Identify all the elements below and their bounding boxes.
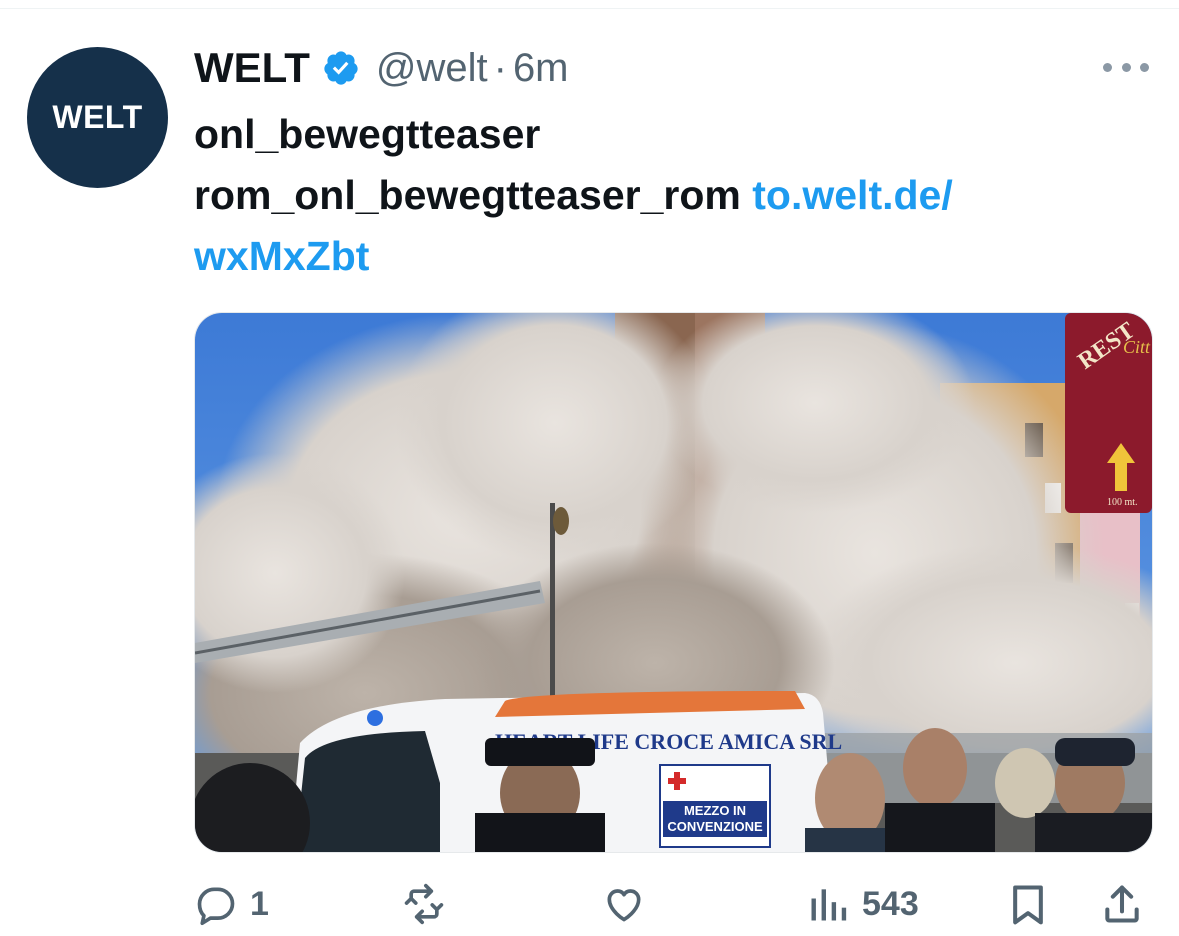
panel-text: MEZZO IN	[684, 803, 746, 818]
views-button[interactable]: 543	[806, 882, 919, 926]
tweet-header: WELT @welt · 6m	[194, 40, 569, 96]
panel-text: CONVENZIONE	[667, 819, 763, 834]
more-dot	[1140, 62, 1149, 72]
reply-count: 1	[250, 884, 269, 923]
timestamp[interactable]: 6m	[513, 46, 569, 91]
reply-icon	[197, 887, 235, 926]
sign-text: Citt	[1123, 337, 1151, 357]
views-chart-icon	[811, 889, 847, 921]
tweet-link[interactable]: to.welt.de/	[752, 172, 952, 218]
share-button[interactable]	[1100, 882, 1144, 926]
tweet-text-line: onl_bewegtteaser	[194, 111, 541, 157]
like-button[interactable]	[602, 882, 658, 926]
avatar-logo-text: WELT	[52, 99, 143, 135]
sign-text: 100 mt.	[1107, 497, 1138, 508]
more-dot	[1103, 62, 1112, 72]
retweet-icon	[404, 883, 444, 925]
avatar[interactable]: WELT	[27, 47, 168, 188]
separator-dot: ·	[493, 45, 507, 90]
handle[interactable]: @welt	[376, 46, 488, 91]
tweet-text-line: rom_onl_bewegtteaser_rom to.welt.de/	[194, 165, 1154, 226]
heart-icon	[607, 889, 641, 922]
reply-button[interactable]: 1	[194, 882, 269, 926]
media-photo: REST Citt 100 mt. HEART LIFE CROCE AMICA…	[195, 313, 1152, 852]
tweet-media-image[interactable]: REST Citt 100 mt. HEART LIFE CROCE AMICA…	[194, 312, 1153, 853]
tweet-actions: 1 543	[0, 870, 1179, 936]
more-options-icon[interactable]	[1103, 58, 1149, 76]
views-count: 543	[862, 884, 919, 923]
tweet-link-continued[interactable]: wxMxZbt	[194, 233, 369, 279]
bookmark-button[interactable]	[1006, 882, 1050, 926]
display-name[interactable]: WELT	[194, 44, 310, 92]
tweet-text-line: wxMxZbt	[194, 226, 1154, 287]
retweet-button[interactable]	[402, 882, 458, 926]
tweet-text-segment: rom_onl_bewegtteaser_rom	[194, 172, 741, 218]
more-dot	[1121, 62, 1131, 72]
top-divider	[0, 8, 1179, 9]
bookmark-icon	[1013, 885, 1043, 925]
tweet-text: onl_bewegtteaser rom_onl_bewegtteaser_ro…	[194, 104, 1154, 287]
verified-badge-icon[interactable]	[322, 49, 360, 87]
share-icon	[1105, 885, 1139, 923]
